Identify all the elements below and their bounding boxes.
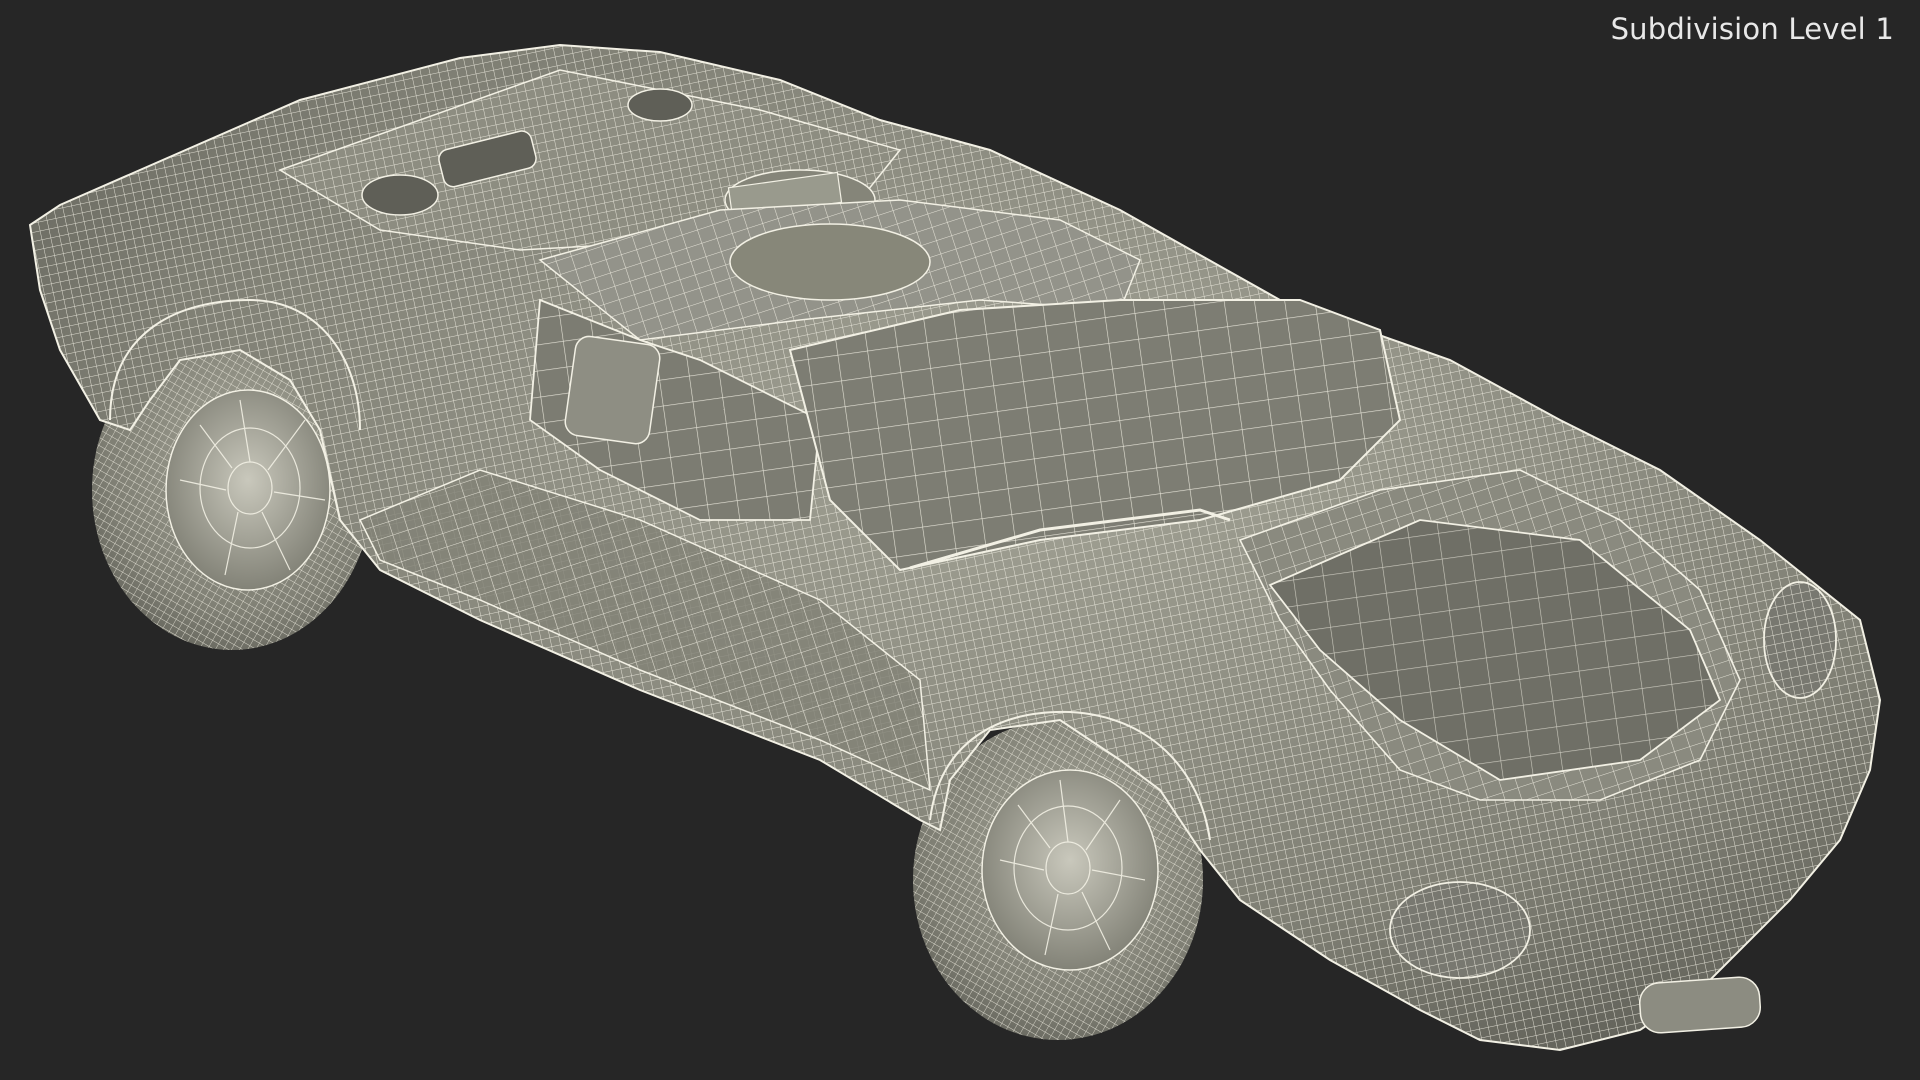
render-viewport: Subdivision Level 1 bbox=[0, 0, 1920, 1080]
car-wireframe-icon bbox=[28, 43, 1882, 1052]
